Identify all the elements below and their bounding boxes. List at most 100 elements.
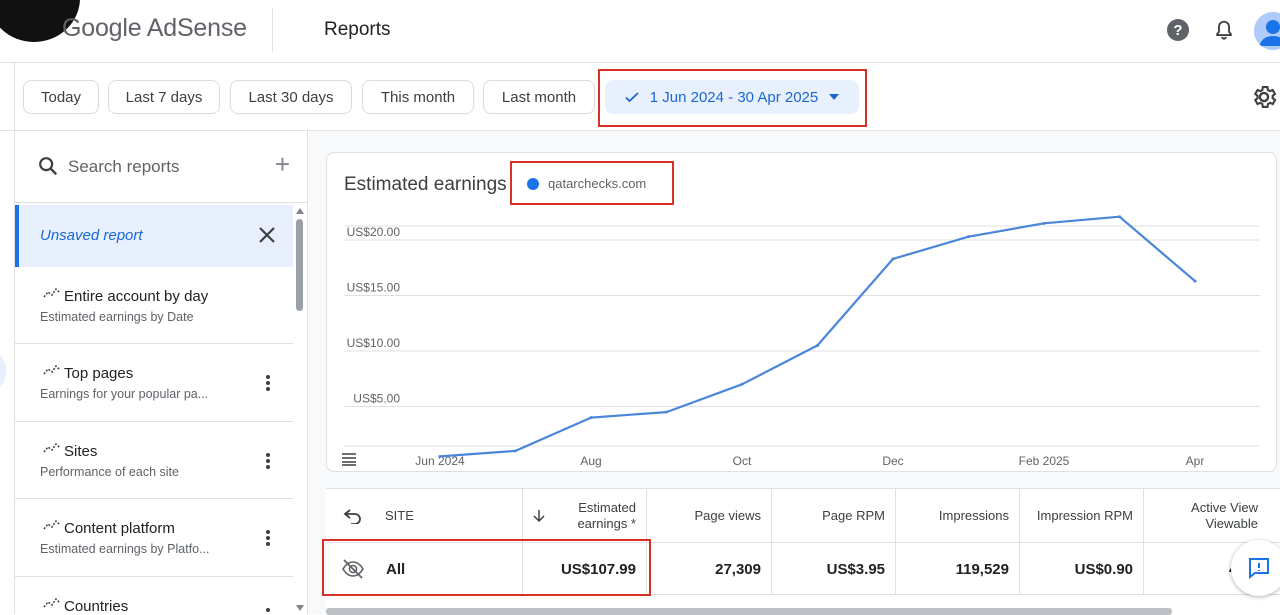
settings-gear-icon[interactable] [1250, 83, 1278, 111]
sort-descending-icon [533, 510, 545, 523]
close-icon[interactable] [257, 225, 277, 245]
data-point[interactable] [891, 257, 895, 261]
data-point[interactable] [740, 382, 744, 386]
filter-last-7-days-chip[interactable]: Last 7 days [108, 80, 220, 114]
dropdown-arrow-icon [829, 94, 840, 100]
column-header-estimated-earnings[interactable]: Estimated earnings * [523, 489, 647, 543]
notifications-bell-icon[interactable] [1206, 12, 1242, 48]
table-header-row: SITE Estimated earnings * Page views Pag… [326, 489, 1280, 543]
report-item-subtitle: Earnings for your popular pa... [40, 387, 209, 401]
x-tick-label: Aug [580, 454, 601, 468]
data-point[interactable] [1193, 279, 1197, 283]
column-header-active-view[interactable]: Active View Viewable [1144, 489, 1268, 543]
y-tick-label: US$5.00 [353, 392, 400, 406]
report-item-entire-account-by-day[interactable]: Entire account by day Estimated earnings… [15, 267, 293, 344]
sparkline-icon [43, 364, 61, 375]
search-reports-placeholder: Search reports [68, 157, 180, 176]
x-tick-label: Dec [882, 454, 903, 468]
feedback-chat-button[interactable] [1231, 540, 1280, 596]
filter-last-month-chip[interactable]: Last month [483, 80, 595, 114]
data-point[interactable] [816, 343, 819, 347]
help-icon[interactable]: ? [1160, 12, 1196, 48]
cell-page-rpm: US$3.95 [772, 543, 896, 595]
report-item-countries[interactable]: Countries [15, 577, 293, 614]
table-row[interactable]: All US$107.99 27,309 US$3.95 119,529 US$… [326, 543, 1280, 595]
data-point[interactable] [514, 449, 517, 453]
report-list: Unsaved report Entire account by day Est… [15, 205, 293, 614]
report-item-title: Unsaved report [40, 227, 143, 244]
add-report-icon[interactable]: + [275, 151, 290, 177]
column-header-label: Estimated earnings * [577, 500, 636, 531]
scroll-down-arrow-icon[interactable] [295, 604, 305, 612]
y-tick-label: US$10.00 [347, 336, 401, 350]
data-point[interactable] [589, 416, 593, 420]
report-item-subtitle: Estimated earnings by Date [40, 310, 194, 324]
svg-text:?: ? [1173, 22, 1182, 39]
cell-impressions: 119,529 [896, 543, 1020, 595]
data-point[interactable] [438, 454, 442, 458]
column-header-page-views[interactable]: Page views [647, 489, 772, 543]
column-header-site[interactable]: SITE [326, 489, 523, 543]
more-options-icon[interactable] [261, 605, 275, 614]
site-name: All [386, 560, 406, 578]
data-point[interactable] [967, 235, 970, 239]
earnings-chart-card: Estimated earnings qatarchecks.com US$5.… [326, 152, 1277, 472]
feedback-icon [1249, 558, 1269, 580]
report-item-sites[interactable]: Sites Performance of each site [15, 422, 293, 499]
report-item-unsaved[interactable]: Unsaved report [15, 205, 293, 267]
cell-impression-rpm: US$0.90 [1020, 543, 1144, 595]
column-header-page-rpm[interactable]: Page RPM [772, 489, 896, 543]
scroll-up-arrow-icon[interactable] [295, 207, 305, 215]
report-item-title: Countries [64, 598, 129, 614]
series-line[interactable] [439, 215, 1196, 458]
more-options-icon[interactable] [261, 450, 275, 472]
data-point[interactable] [665, 410, 668, 414]
filter-this-month-chip[interactable]: This month [362, 80, 474, 114]
report-item-subtitle: Performance of each site [40, 465, 179, 479]
report-item-title: Top pages [64, 365, 134, 382]
x-tick-label: Apr [1186, 454, 1205, 468]
account-avatar[interactable] [1254, 12, 1280, 50]
search-reports-bar[interactable]: Search reports + [15, 131, 308, 203]
brand-logo[interactable]: Google AdSense [62, 14, 247, 43]
y-tick-label: US$20.00 [347, 225, 401, 239]
search-icon [39, 157, 58, 176]
filter-today-chip[interactable]: Today [23, 80, 99, 114]
back-arrow-icon[interactable] [343, 508, 363, 524]
report-item-top-pages[interactable]: Top pages Earnings for your popular pa..… [15, 344, 293, 422]
reports-sidebar: Search reports + Unsaved report Entire a… [0, 131, 308, 614]
cell-page-views: 27,309 [647, 543, 772, 595]
sidebar-scrollbar[interactable] [293, 205, 307, 614]
x-tick-label: Oct [733, 454, 752, 468]
more-options-icon[interactable] [261, 372, 275, 394]
top-bar: Google AdSense Reports ? [0, 0, 1280, 63]
cell-estimated-earnings: US$107.99 [523, 543, 647, 595]
earnings-line-chart[interactable]: US$5.00US$10.00US$15.00US$20.00Jun 2024 A… [327, 153, 1278, 473]
page-title: Reports [324, 19, 391, 40]
column-header-impressions[interactable]: Impressions [896, 489, 1020, 543]
data-point[interactable] [1118, 215, 1121, 219]
sparkline-icon [43, 597, 61, 608]
report-item-title: Sites [64, 443, 98, 460]
sparkline-icon [43, 519, 61, 530]
data-point[interactable] [1042, 221, 1046, 225]
chart-table-toggle-icon[interactable] [341, 452, 357, 466]
scrollbar-thumb[interactable] [296, 219, 303, 311]
column-header-impression-rpm[interactable]: Impression RPM [1020, 489, 1144, 543]
report-item-title: Entire account by day [64, 288, 209, 305]
custom-date-range-label: 1 Jun 2024 - 30 Apr 2025 [649, 88, 819, 106]
check-icon [625, 92, 639, 103]
custom-date-range-chip[interactable]: 1 Jun 2024 - 30 Apr 2025 [605, 80, 859, 114]
sparkline-icon [43, 442, 61, 453]
more-options-icon[interactable] [261, 527, 275, 549]
report-item-subtitle: Estimated earnings by Platfo... [40, 542, 210, 556]
divider [272, 8, 273, 52]
sparkline-icon [43, 287, 61, 298]
y-tick-label: US$15.00 [347, 281, 401, 295]
hidden-eye-icon[interactable] [341, 559, 365, 579]
column-header-label: Active View Viewable [1191, 500, 1258, 531]
date-range-bar: Today Last 7 days Last 30 days This mont… [0, 63, 1280, 131]
report-item-content-platform[interactable]: Content platform Estimated earnings by P… [15, 499, 293, 577]
x-tick-label: Feb 2025 [1019, 454, 1070, 468]
filter-last-30-days-chip[interactable]: Last 30 days [230, 80, 352, 114]
